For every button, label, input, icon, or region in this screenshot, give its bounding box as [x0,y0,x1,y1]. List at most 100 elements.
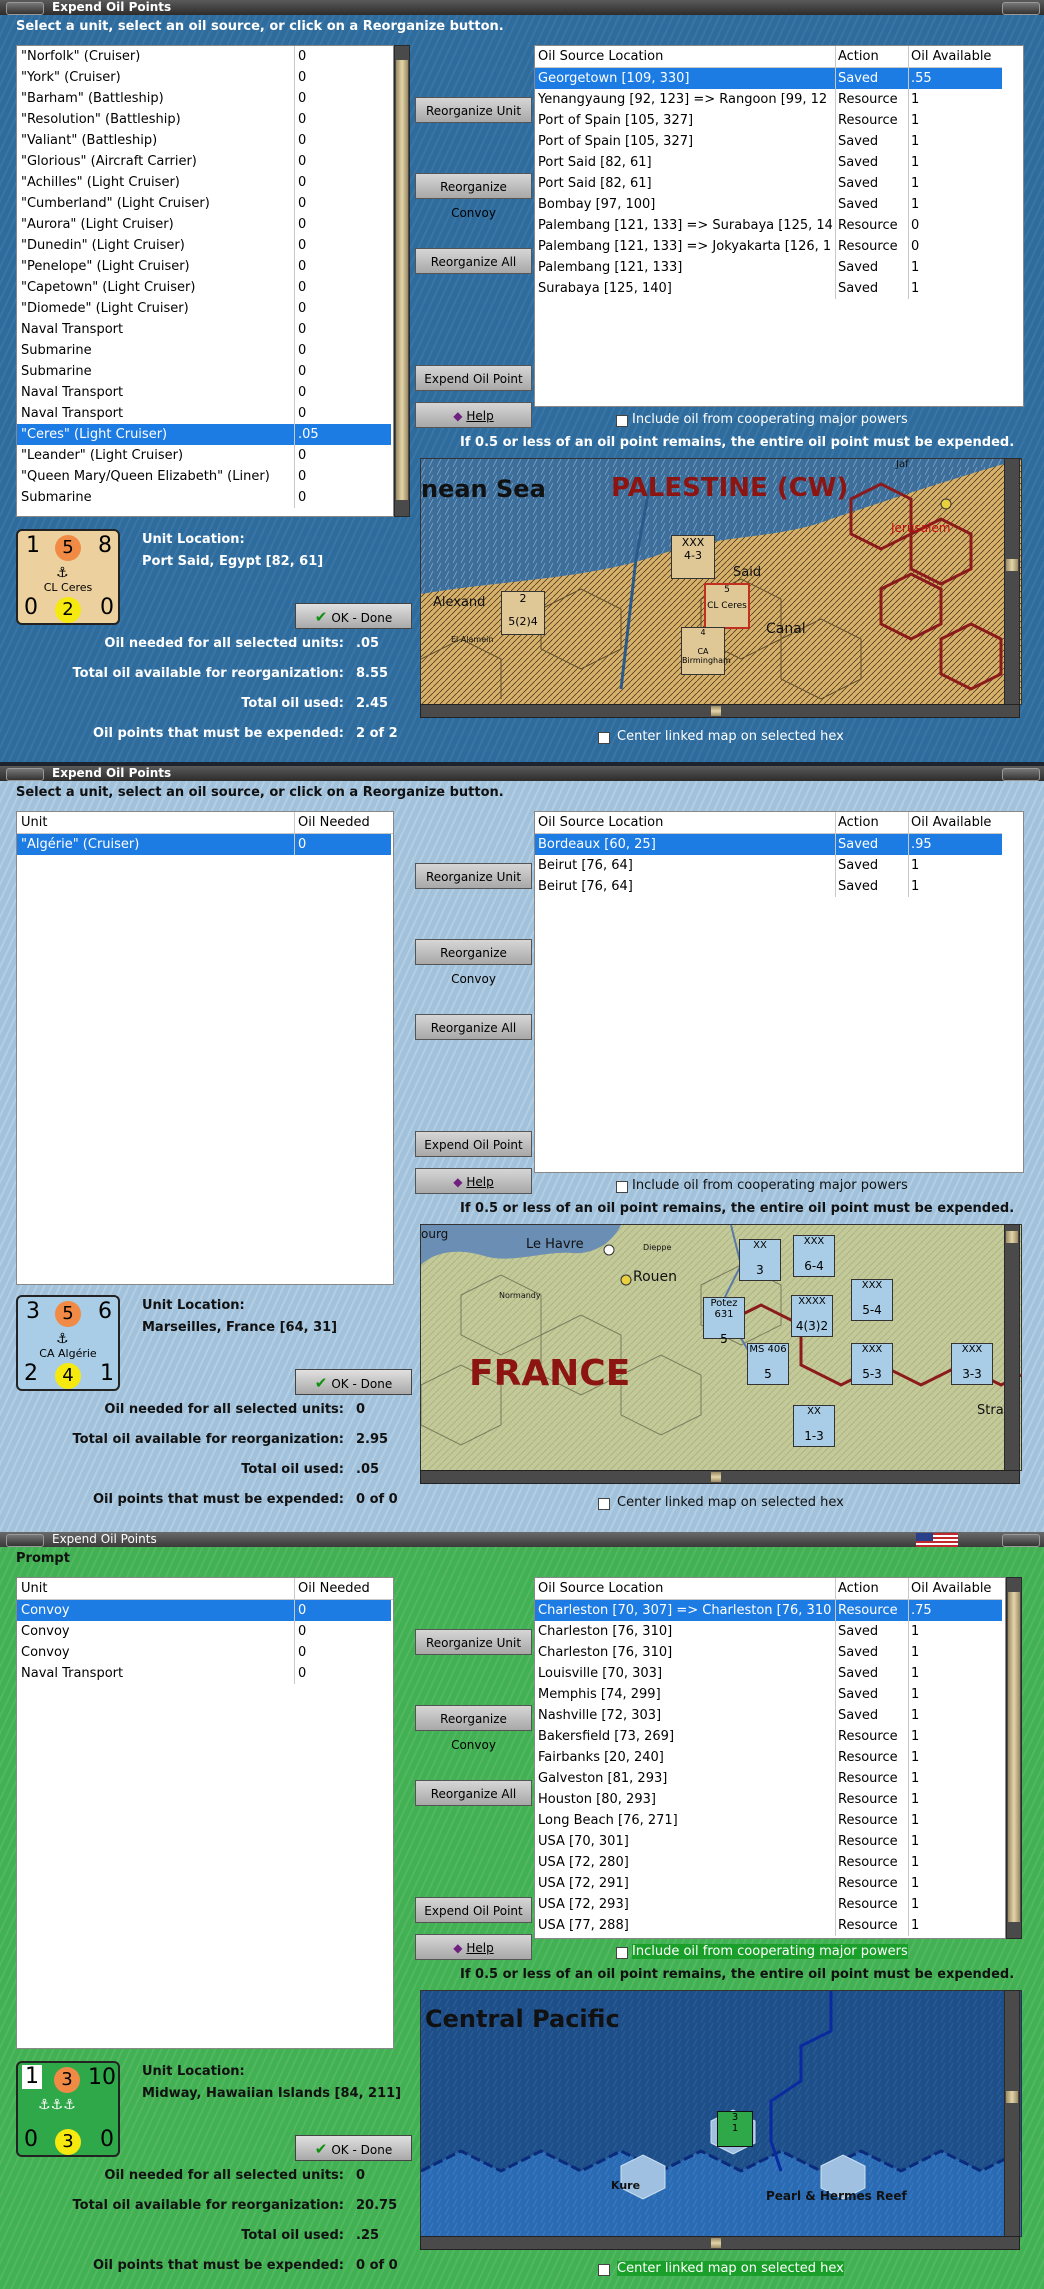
help-button[interactable]: ◆ Help [415,1934,532,1960]
unit-list-row[interactable]: "Algérie" (Cruiser) 0 [17,834,391,855]
oil-source-row[interactable]: Beirut [76, 64] Saved 1 [535,876,1002,897]
oil-source-row[interactable]: Port of Spain [105, 327] Saved 1 [535,131,1002,152]
unit-list[interactable]: "Norfolk" (Cruiser) 0 "York" (Cruiser) 0 "Ba… [16,45,394,517]
map-unit-counter[interactable]: 2 5(2)4 [501,591,545,635]
unit-list-row[interactable]: "Aurora" (Light Cruiser) 0 [17,214,391,235]
oil-source-row[interactable]: Palembang [121, 133] => Jokyakarta [126,… [535,236,1002,257]
unit-list-row[interactable]: "Valiant" (Battleship) 0 [17,130,391,151]
reorganize-unit-button[interactable]: Reorganize Unit [415,863,532,889]
reorganize-all-button[interactable]: Reorganize All [415,1014,532,1040]
map-horizontal-scrollbar[interactable] [420,704,1020,718]
unit-list-row[interactable]: "Barham" (Battleship) 0 [17,88,391,109]
map-unit-counter[interactable]: XXX 4-3 [671,535,715,579]
unit-list-row[interactable]: "Norfolk" (Cruiser) 0 [17,46,391,67]
unit-list[interactable]: Unit Oil Needed "Algérie" (Cruiser) 0 [16,811,394,1285]
oil-source-row[interactable]: USA [77, 288] Resource 1 [535,1915,1002,1936]
ok-done-button[interactable]: ✔ OK - Done [295,603,412,629]
reorganize-convoy-button[interactable]: Reorganize Convoy [415,1705,532,1752]
map-unit-counter[interactable]: 5 CL Ceres [704,583,750,629]
unit-list-row[interactable]: "Ceres" (Light Cruiser) .05 [17,424,391,445]
center-map-checkbox[interactable] [598,1498,610,1510]
ok-done-button[interactable]: ✔ OK - Done [295,2135,412,2161]
oil-source-row[interactable]: Palembang [121, 133] => Surabaya [125, 1… [535,215,1002,236]
oil-list-scrollbar[interactable] [1006,1577,1022,1939]
oil-source-row[interactable]: USA [72, 293] Resource 1 [535,1894,1002,1915]
unit-list-row[interactable]: "Resolution" (Battleship) 0 [17,109,391,130]
map-horizontal-scrollbar[interactable] [420,2236,1020,2250]
unit-list-row[interactable]: "Capetown" (Light Cruiser) 0 [17,277,391,298]
map-unit-counter[interactable]: Potez 631 5 [703,1297,745,1346]
map-unit-counter[interactable]: XX 1-3 [793,1405,835,1447]
oil-source-row[interactable]: Charleston [76, 310] Saved 1 [535,1642,1002,1663]
window-titlebar[interactable]: Expend Oil Points [0,0,1044,15]
map-horizontal-scrollbar[interactable] [420,1470,1020,1484]
oil-source-row[interactable]: Port Said [82, 61] Saved 1 [535,173,1002,194]
unit-list-row[interactable]: "Penelope" (Light Cruiser) 0 [17,256,391,277]
unit-list-row[interactable]: Naval Transport 0 [17,382,391,403]
oil-source-row[interactable]: Yenangyaung [92, 123] => Rangoon [99, 12… [535,89,1002,110]
window-control[interactable] [6,1534,44,1547]
map-unit-counter[interactable]: XXX 3-3 [951,1343,993,1385]
oil-source-row[interactable]: Charleston [70, 307] => Charleston [76, … [535,1600,1002,1621]
oil-source-row[interactable]: Bakersfield [73, 269] Resource 1 [535,1726,1002,1747]
window-control-right[interactable] [1002,768,1040,781]
unit-list-row[interactable]: "Cumberland" (Light Cruiser) 0 [17,193,391,214]
oil-source-row[interactable]: USA [72, 280] Resource 1 [535,1852,1002,1873]
map-unit-counter[interactable]: XXX 5-4 [851,1279,893,1321]
map-vertical-scrollbar[interactable] [1004,458,1020,705]
map-vertical-scrollbar[interactable] [1004,1990,1020,2237]
window-control[interactable] [6,2,44,15]
reorganize-unit-button[interactable]: Reorganize Unit [415,97,532,123]
linked-map[interactable]: ourg Le Havre Dieppe Rouen Normandy FRAN… [420,1224,1022,1471]
map-unit-counter[interactable]: 31 [717,2111,753,2147]
oil-source-row[interactable]: Bombay [97, 100] Saved 1 [535,194,1002,215]
oil-source-list[interactable]: Oil Source Location Action Oil Available Bo… [534,811,1024,1173]
oil-source-row[interactable]: Charleston [76, 310] Saved 1 [535,1621,1002,1642]
unit-list[interactable]: Unit Oil Needed Convoy 0 Convoy 0 Convoy 0 Naval… [16,1577,394,2049]
reorganize-unit-button[interactable]: Reorganize Unit [415,1629,532,1655]
oil-source-row[interactable]: Georgetown [109, 330] Saved .55 [535,68,1002,89]
oil-source-list[interactable]: Oil Source Location Action Oil Available Ge… [534,45,1024,407]
oil-source-row[interactable]: Palembang [121, 133] Saved 1 [535,257,1002,278]
oil-source-row[interactable]: Long Beach [76, 271] Resource 1 [535,1810,1002,1831]
unit-list-row[interactable]: Naval Transport 0 [17,319,391,340]
oil-source-row[interactable]: Memphis [74, 299] Saved 1 [535,1684,1002,1705]
unit-list-row[interactable]: "Leander" (Light Cruiser) 0 [17,445,391,466]
expend-oil-point-button[interactable]: Expend Oil Point [415,1131,532,1157]
unit-list-row[interactable]: "York" (Cruiser) 0 [17,67,391,88]
window-titlebar[interactable]: Expend Oil Points [0,1532,1044,1547]
oil-source-row[interactable]: USA [72, 291] Resource 1 [535,1873,1002,1894]
map-vertical-scrollbar[interactable] [1004,1224,1020,1471]
oil-source-row[interactable]: Houston [80, 293] Resource 1 [535,1789,1002,1810]
center-map-checkbox[interactable] [598,2264,610,2276]
reorganize-convoy-button[interactable]: Reorganize Convoy [415,939,532,986]
unit-list-row[interactable]: Convoy 0 [17,1642,391,1663]
reorganize-all-button[interactable]: Reorganize All [415,248,532,274]
help-button[interactable]: ◆ Help [415,1168,532,1194]
include-oil-checkbox[interactable] [616,415,628,427]
reorganize-convoy-button[interactable]: Reorganize Convoy [415,173,532,220]
unit-list-row[interactable]: "Dunedin" (Light Cruiser) 0 [17,235,391,256]
map-unit-counter[interactable]: XXX 6-4 [793,1235,835,1277]
oil-source-row[interactable]: Bordeaux [60, 25] Saved .95 [535,834,1002,855]
map-unit-counter[interactable]: XX 3 [739,1239,781,1281]
window-control-right[interactable] [1002,2,1040,15]
oil-source-list[interactable]: Oil Source Location Action Oil Available Ch… [534,1577,1006,1939]
unit-list-row[interactable]: Submarine 0 [17,340,391,361]
unit-list-row[interactable]: Submarine 0 [17,487,391,508]
ok-done-button[interactable]: ✔ OK - Done [295,1369,412,1395]
window-control-right[interactable] [1002,1534,1040,1547]
unit-list-row[interactable]: Convoy 0 [17,1621,391,1642]
include-oil-checkbox[interactable] [616,1181,628,1193]
expend-oil-point-button[interactable]: Expend Oil Point [415,1897,532,1923]
unit-list-row[interactable]: "Queen Mary/Queen Elizabeth" (Liner) 0 [17,466,391,487]
include-oil-checkbox[interactable] [616,1947,628,1959]
oil-source-row[interactable]: Surabaya [125, 140] Saved 1 [535,278,1002,299]
unit-list-row[interactable]: "Diomede" (Light Cruiser) 0 [17,298,391,319]
map-unit-counter[interactable]: XXX 5-3 [851,1343,893,1385]
window-titlebar[interactable]: Expend Oil Points [0,766,1044,781]
oil-source-row[interactable]: Port of Spain [105, 327] Resource 1 [535,110,1002,131]
map-unit-counter[interactable]: XXXX 4(3)2 [791,1295,833,1337]
map-unit-counter[interactable]: 4 CA Birmingham [681,627,731,675]
oil-source-row[interactable]: Port Said [82, 61] Saved 1 [535,152,1002,173]
